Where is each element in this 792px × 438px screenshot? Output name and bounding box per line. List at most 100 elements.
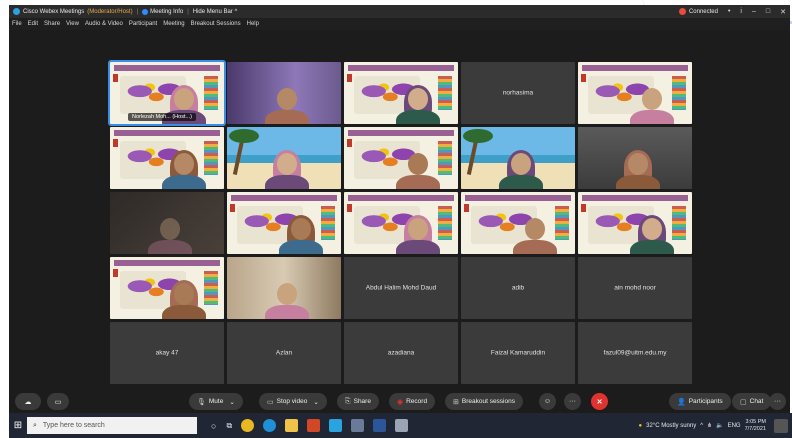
video-grid-row: akay 47 Azlan azadiana Faizal Kamaruddin faz… [110, 322, 692, 384]
powerpoint-icon[interactable] [307, 419, 321, 432]
participant-tile[interactable]: akay 47 [110, 322, 224, 384]
weather-icon: ● [638, 422, 643, 429]
menu-view[interactable]: View [66, 21, 79, 27]
participant-tile[interactable] [578, 192, 692, 254]
separator: | [136, 8, 139, 15]
menu-audio-video[interactable]: Audio & Video [85, 21, 123, 27]
participant-tile[interactable] [461, 127, 575, 189]
task-view-icon[interactable]: ⧉ [226, 421, 232, 431]
participant-tile[interactable] [110, 127, 224, 189]
participant-tile[interactable]: norhasima [461, 62, 575, 124]
breakout-sessions-button[interactable]: ⊞ Breakout sessions [445, 393, 523, 410]
volume-icon[interactable]: 🔈 [716, 422, 723, 429]
menu-breakout-sessions[interactable]: Breakout Sessions [191, 21, 241, 27]
participant-tile[interactable]: Norlezah Moh... (Host...) [108, 60, 226, 126]
app-icon[interactable] [395, 419, 409, 432]
clock-time: 3:05 PM [745, 418, 766, 425]
participant-tile[interactable]: Abdul Halim Mohd Daud [344, 257, 458, 319]
clock[interactable]: 3:05 PM 7/7/2021 [745, 419, 766, 433]
breakout-icon: ⊞ [453, 398, 459, 406]
taskbar-search-input[interactable]: ⌕ Type here to search [27, 417, 197, 434]
cortana-icon[interactable]: ○ [211, 421, 216, 431]
participant-tile[interactable] [227, 62, 341, 124]
participant-tile[interactable]: ain mohd noor [578, 257, 692, 319]
edge-icon[interactable] [263, 419, 277, 432]
share-icon: ⎘ [345, 397, 351, 405]
network-icon[interactable]: ⋔ [707, 422, 712, 429]
cloud-weather-icon: ☁ [15, 393, 41, 410]
participant-tile[interactable] [227, 127, 341, 189]
participant-tile[interactable] [110, 192, 224, 254]
mute-button[interactable]: 🎙 Mute ⌄ [189, 393, 243, 410]
stop-video-label: Stop video [276, 398, 308, 405]
participants-label: Participants [688, 398, 723, 405]
participant-tile[interactable] [344, 127, 458, 189]
notifications-icon[interactable] [774, 418, 788, 433]
connection-icon [678, 8, 686, 15]
participant-video [630, 88, 674, 124]
webex-icon [13, 8, 20, 15]
participant-video [396, 153, 440, 189]
connection-dropdown-icon[interactable]: • [728, 8, 730, 15]
participant-tile[interactable]: Faizal Kamaruddin [461, 322, 575, 384]
participant-tile[interactable]: azadiana [344, 322, 458, 384]
windows-start-icon[interactable]: ⊞ [9, 420, 27, 431]
app-icon[interactable] [351, 419, 365, 432]
chrome-icon[interactable] [241, 419, 255, 432]
video-grid-row [110, 127, 692, 189]
participant-tile[interactable]: Azlan [227, 322, 341, 384]
breakout-label: Breakout sessions [461, 398, 515, 405]
record-button[interactable]: ◉ Record [389, 393, 436, 410]
separator: | [187, 8, 189, 15]
weather-text[interactable]: 32°C Mostly sunny [646, 423, 696, 429]
search-icon: ⌕ [33, 421, 37, 429]
participant-tile[interactable] [578, 127, 692, 189]
video-grid-row: Abdul Halim Mohd Daud adib ain mohd noor [110, 257, 692, 319]
end-call-button[interactable]: ✕ [591, 393, 608, 410]
layout-button[interactable]: ▭ [47, 393, 69, 410]
participant-tile[interactable] [461, 192, 575, 254]
participant-tile[interactable] [344, 62, 458, 124]
participant-video [616, 150, 660, 189]
language-indicator[interactable]: ENG [728, 423, 741, 429]
close-button[interactable]: ✕ [780, 8, 786, 16]
menu-participant[interactable]: Participant [129, 21, 157, 27]
reactions-button[interactable]: ☺ [539, 393, 556, 410]
record-label: Record [406, 398, 428, 405]
hide-menu-button[interactable]: Hide Menu Bar ^ [193, 9, 238, 15]
chat-button[interactable]: ▢ Chat [732, 393, 772, 410]
participant-tile[interactable] [578, 62, 692, 124]
connection-status[interactable]: Connected [689, 9, 718, 15]
chat-icon: ▢ [740, 398, 747, 406]
menu-help[interactable]: Help [247, 21, 259, 27]
share-button[interactable]: ⎘ Share [337, 393, 379, 410]
chevron-down-icon[interactable]: ⌄ [229, 398, 234, 406]
tray-chevron-icon[interactable]: ^ [700, 423, 703, 429]
microphone-icon: 🎙 [197, 398, 206, 406]
menu-file[interactable]: File [12, 21, 22, 27]
chevron-down-icon[interactable]: ⌄ [313, 398, 318, 406]
participant-tile[interactable] [344, 192, 458, 254]
participant-video [630, 215, 674, 254]
menu-share[interactable]: Share [44, 21, 60, 27]
more-options-button[interactable]: ··· [564, 393, 581, 410]
file-explorer-icon[interactable] [285, 419, 299, 432]
minimize-button[interactable]: – [752, 8, 756, 15]
participant-tile[interactable] [110, 257, 224, 319]
participant-video [148, 218, 192, 254]
info-button[interactable]: i [740, 8, 742, 15]
participant-tile[interactable]: fazul09@uitm.edu.my [578, 322, 692, 384]
participant-tile[interactable] [227, 257, 341, 319]
participant-tile[interactable] [227, 192, 341, 254]
panel-more-button[interactable]: ··· [769, 393, 786, 410]
maximize-button[interactable]: □ [766, 8, 770, 15]
meeting-info-button[interactable]: Meeting Info [150, 9, 183, 15]
video-grid: Norlezah Moh... (Host...) norhasima Abdul … [108, 60, 692, 387]
webex-taskbar-icon[interactable] [329, 419, 343, 432]
menu-edit[interactable]: Edit [28, 21, 38, 27]
stop-video-button[interactable]: ▭ Stop video ⌄ [259, 393, 327, 410]
word-icon[interactable] [373, 419, 387, 432]
menu-meeting[interactable]: Meeting [163, 21, 184, 27]
participant-tile[interactable]: adib [461, 257, 575, 319]
participants-button[interactable]: 👤 Participants [669, 393, 731, 410]
